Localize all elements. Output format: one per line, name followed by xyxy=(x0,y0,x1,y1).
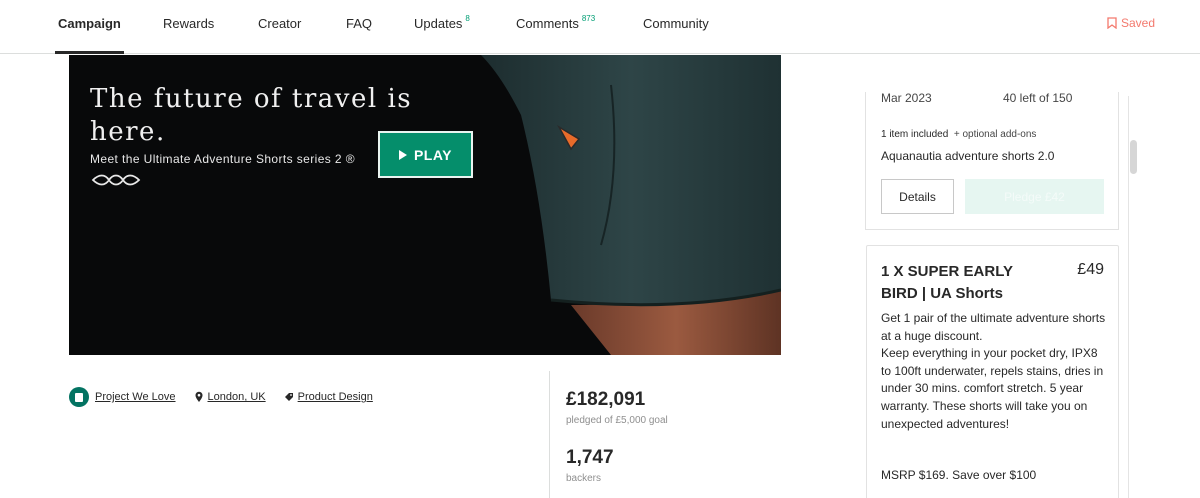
reward-title: 1 X SUPER EARLY BIRD | UA Shorts xyxy=(881,263,1013,302)
tag-icon xyxy=(284,393,293,401)
comments-count-badge: 873 xyxy=(581,14,596,23)
brand-wave-icon xyxy=(91,174,141,186)
project-nav: Campaign Rewards Creator FAQ Updates 8 Co… xyxy=(0,0,1200,54)
project-we-love-icon xyxy=(69,387,89,407)
reward-msrp: MSRP $169. Save over $100 xyxy=(881,468,1037,482)
reward-description: Get 1 pair of the ultimate adventure sho… xyxy=(881,310,1106,433)
active-tab-indicator xyxy=(55,51,124,54)
location-pin-icon xyxy=(195,391,203,402)
reward-remaining: 40 left of 150 xyxy=(1003,91,1073,105)
tab-updates[interactable]: Updates 8 xyxy=(414,14,470,31)
details-button[interactable]: Details xyxy=(881,179,954,214)
updates-count-badge: 8 xyxy=(465,14,470,23)
pledged-amount: £182,091 xyxy=(566,389,646,410)
backers-label: backers xyxy=(566,473,602,484)
tab-campaign[interactable]: Campaign xyxy=(58,16,121,31)
reward-item-name: Aquanautia adventure shorts 2.0 xyxy=(881,149,1055,163)
saved-label: Saved xyxy=(1120,16,1155,30)
product-shorts-image xyxy=(481,55,781,355)
tab-label: FAQ xyxy=(346,16,373,31)
reward-card-super-early-bird[interactable]: 1 X SUPER EARLY BIRD | UA Shorts £49 Get… xyxy=(866,245,1119,498)
sidebar-scrollbar[interactable] xyxy=(1130,140,1137,174)
pledge-button[interactable]: Pledge £42 xyxy=(965,179,1104,214)
addons-label: + optional add-ons xyxy=(953,129,1037,140)
reward-price: £49 xyxy=(1077,261,1104,278)
reward-description-line: Keep everything in your pocket dry, IPX8… xyxy=(881,346,1104,431)
video-subline: Meet the Ultimate Adventure Shorts serie… xyxy=(90,152,355,166)
play-icon xyxy=(398,149,407,160)
play-button[interactable]: PLAY xyxy=(378,131,473,178)
tab-label: Rewards xyxy=(163,16,215,31)
stats-divider xyxy=(549,371,550,498)
items-count: 1 item included xyxy=(881,129,949,140)
estimated-delivery: Mar 2023 xyxy=(881,91,932,105)
tab-label: Comments xyxy=(516,16,579,31)
bookmark-icon xyxy=(1107,17,1117,29)
items-included: 1 item included + optional add-ons xyxy=(881,129,1036,140)
tab-label: Creator xyxy=(258,16,302,31)
campaign-video[interactable]: The future of travel is here. Meet the U… xyxy=(69,55,781,355)
tab-community[interactable]: Community xyxy=(643,16,709,31)
reward-card: Mar 2023 40 left of 150 1 item included … xyxy=(865,91,1119,230)
tab-creator[interactable]: Creator xyxy=(258,16,301,31)
tab-comments[interactable]: Comments 873 xyxy=(516,14,596,31)
tab-label: Campaign xyxy=(58,16,121,31)
project-meta: Project We Love London, UK Product Desig… xyxy=(69,387,373,407)
tab-faq[interactable]: FAQ xyxy=(346,16,372,31)
project-we-love-link[interactable]: Project We Love xyxy=(95,391,176,403)
location-link[interactable]: London, UK xyxy=(208,391,266,403)
tab-rewards[interactable]: Rewards xyxy=(163,16,214,31)
tab-label: Updates xyxy=(414,16,463,31)
category-link[interactable]: Product Design xyxy=(298,391,373,403)
sidebar-border xyxy=(1128,96,1129,498)
saved-button[interactable]: Saved xyxy=(1107,16,1155,30)
play-label: PLAY xyxy=(413,146,453,163)
reward-description-line: Get 1 pair of the ultimate adventure sho… xyxy=(881,311,1106,343)
backers-count: 1,747 xyxy=(566,447,614,468)
tab-label: Community xyxy=(643,16,709,31)
pledged-goal-label: pledged of £5,000 goal xyxy=(566,415,668,426)
